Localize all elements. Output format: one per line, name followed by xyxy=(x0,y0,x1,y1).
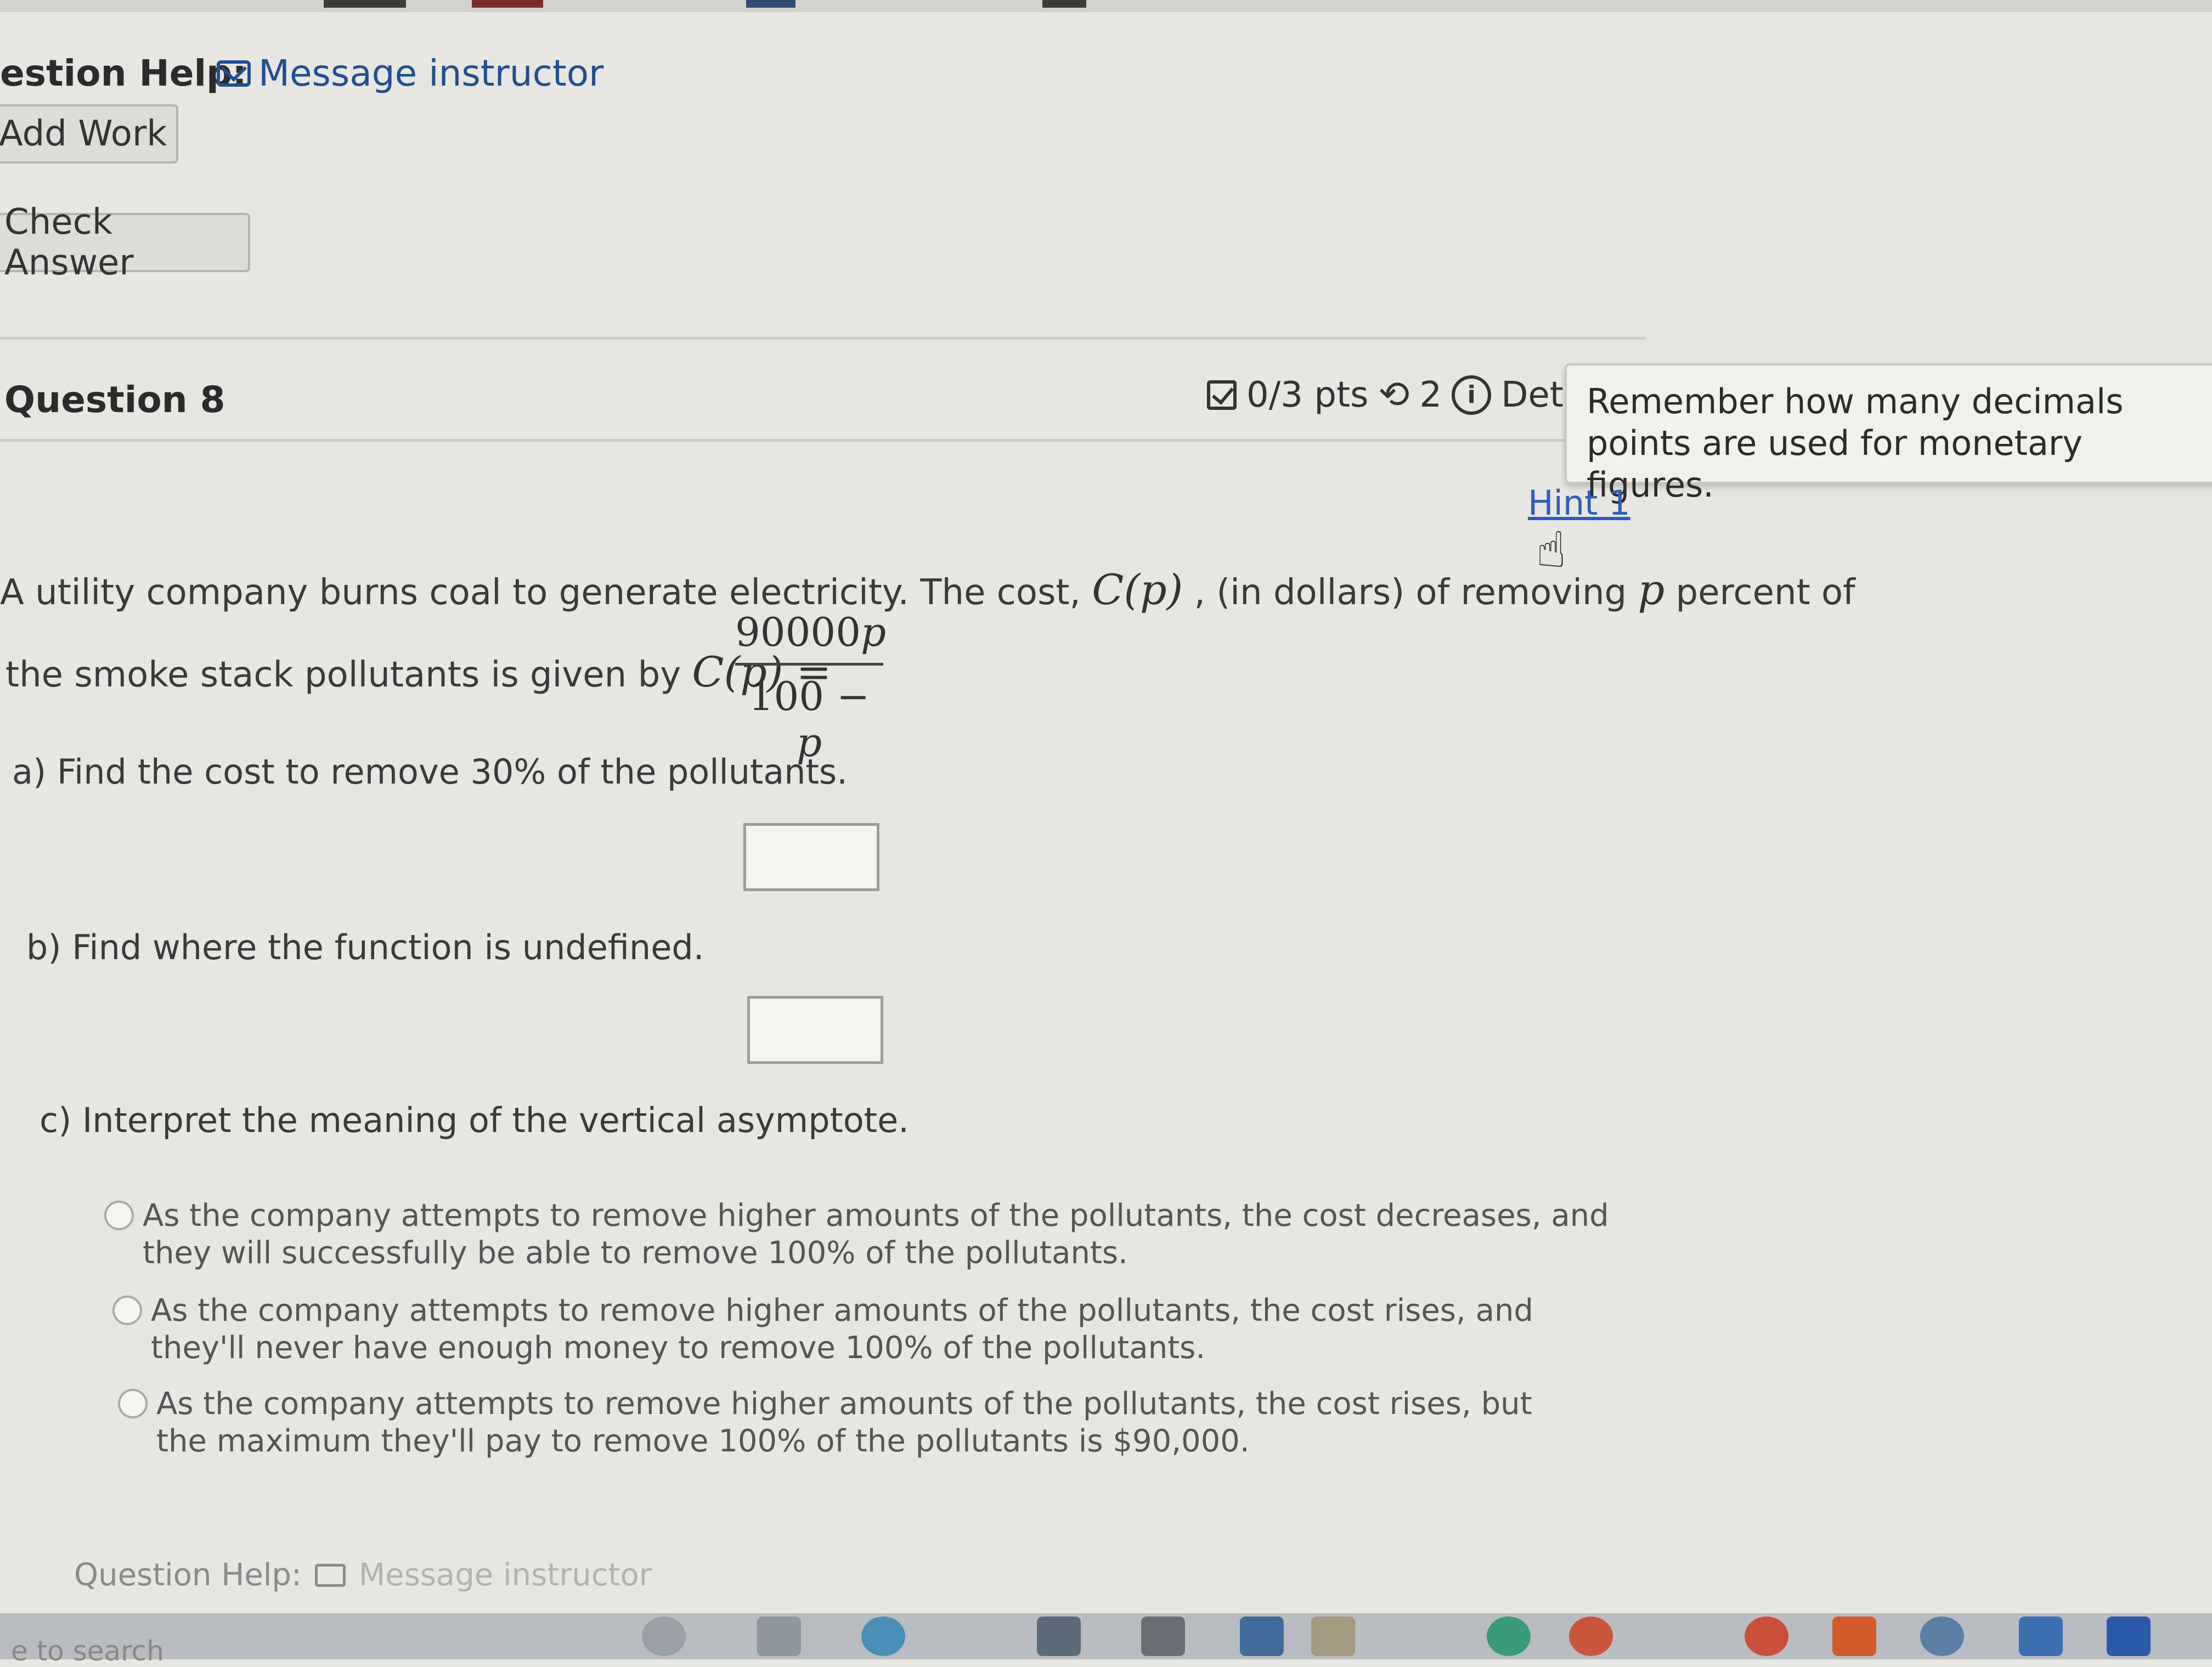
problem-text: percent of xyxy=(1675,572,1855,613)
check-answer-button[interactable]: Check Answer xyxy=(0,202,250,283)
footer-question-help: Question Help: Message instructor xyxy=(74,1557,652,1593)
option-3[interactable]: As the company attempts to remove higher… xyxy=(118,1386,1544,1460)
divider xyxy=(0,337,1646,340)
problem-text: A utility company burns coal to generate… xyxy=(0,572,1081,613)
option-label: As the company attempts to remove higher… xyxy=(151,1293,1533,1366)
chrome-icon[interactable] xyxy=(1569,1617,1613,1656)
fraction-denominator: 100 − p xyxy=(735,668,883,765)
message-instructor-label: Message instructor xyxy=(258,52,604,94)
app-icon[interactable] xyxy=(1311,1617,1355,1656)
browser-top-bar xyxy=(0,0,2212,12)
store-icon[interactable] xyxy=(1037,1617,1081,1656)
footer-message-instructor-link[interactable]: Message instructor xyxy=(359,1557,652,1593)
fraction-bar xyxy=(735,663,883,666)
task-view-icon[interactable] xyxy=(757,1617,801,1656)
app-icon[interactable] xyxy=(1920,1617,1964,1656)
top-tab-marker xyxy=(746,0,795,8)
edge-icon[interactable] xyxy=(861,1617,905,1656)
part-a-answer-input[interactable] xyxy=(743,823,879,891)
part-a-prompt: a) Find the cost to remove 30% of the po… xyxy=(12,752,848,792)
divider xyxy=(0,439,1569,442)
math-cp: C(p) xyxy=(1092,565,1183,614)
math-p: p xyxy=(1638,565,1665,614)
app-icon[interactable] xyxy=(1141,1617,1185,1656)
option-1[interactable]: As the company attempts to remove higher… xyxy=(104,1197,1613,1272)
top-tab-marker xyxy=(472,0,543,8)
retry-icon: ⟲ xyxy=(1378,373,1410,416)
word-icon[interactable] xyxy=(2107,1617,2151,1656)
app-icon[interactable] xyxy=(1240,1617,1284,1656)
hint-tooltip: Remember how many decimals points are us… xyxy=(1565,363,2212,505)
question-score-bar: 0/3 pts ⟲ 2 i Det xyxy=(1207,373,1564,416)
part-b-answer-input[interactable] xyxy=(747,996,883,1064)
part-c-prompt: c) Interpret the meaning of the vertical… xyxy=(40,1100,909,1140)
radio-button[interactable] xyxy=(118,1389,148,1418)
denominator-value: 100 − xyxy=(748,673,870,719)
fraction-numerator: 90000p xyxy=(735,609,887,661)
problem-text: the smoke stack pollutants is given by xyxy=(5,655,681,695)
option-label: As the company attempts to remove higher… xyxy=(143,1198,1609,1271)
app-icon[interactable] xyxy=(2019,1617,2063,1656)
checkbox-icon xyxy=(1207,380,1237,410)
radio-button[interactable] xyxy=(112,1296,142,1325)
problem-line-2: the smoke stack pollutants is given by C… xyxy=(5,647,831,696)
hint-link[interactable]: Hint 1 xyxy=(1528,483,1630,523)
numerator-value: 90000 xyxy=(735,609,861,655)
mail-icon xyxy=(314,1563,346,1587)
radio-button[interactable] xyxy=(104,1201,134,1230)
office-icon[interactable] xyxy=(1832,1617,1876,1656)
taskbar-search-text[interactable]: e to search xyxy=(11,1635,164,1667)
retries-count: 2 xyxy=(1419,374,1442,415)
app-icon[interactable] xyxy=(1745,1617,1788,1656)
cost-fraction: 90000p 100 − p xyxy=(735,609,887,765)
taskbar xyxy=(0,1613,2212,1659)
option-label: As the company attempts to remove higher… xyxy=(156,1386,1532,1459)
option-2[interactable]: As the company attempts to remove higher… xyxy=(112,1292,1566,1367)
cortana-icon[interactable] xyxy=(642,1617,686,1656)
numerator-variable: p xyxy=(861,609,887,655)
add-work-button[interactable]: Add Work xyxy=(0,104,178,164)
question-help-label: estion Help: xyxy=(0,52,247,94)
details-link[interactable]: Det xyxy=(1501,375,1564,415)
top-tab-marker xyxy=(324,0,406,8)
info-icon[interactable]: i xyxy=(1452,375,1492,415)
footer-help-label: Question Help: xyxy=(74,1557,302,1593)
question-title: Question 8 xyxy=(4,379,225,421)
skype-icon[interactable] xyxy=(1487,1617,1531,1656)
top-tab-marker xyxy=(1042,0,1086,8)
problem-line-1: A utility company burns coal to generate… xyxy=(0,565,1855,614)
score-text: 0/3 pts xyxy=(1246,374,1369,415)
message-instructor-link[interactable]: Message instructor xyxy=(217,52,603,94)
part-b-prompt: b) Find where the function is undefined. xyxy=(26,927,704,967)
problem-text: , (in dollars) of removing xyxy=(1194,572,1627,613)
mail-icon xyxy=(217,60,251,87)
